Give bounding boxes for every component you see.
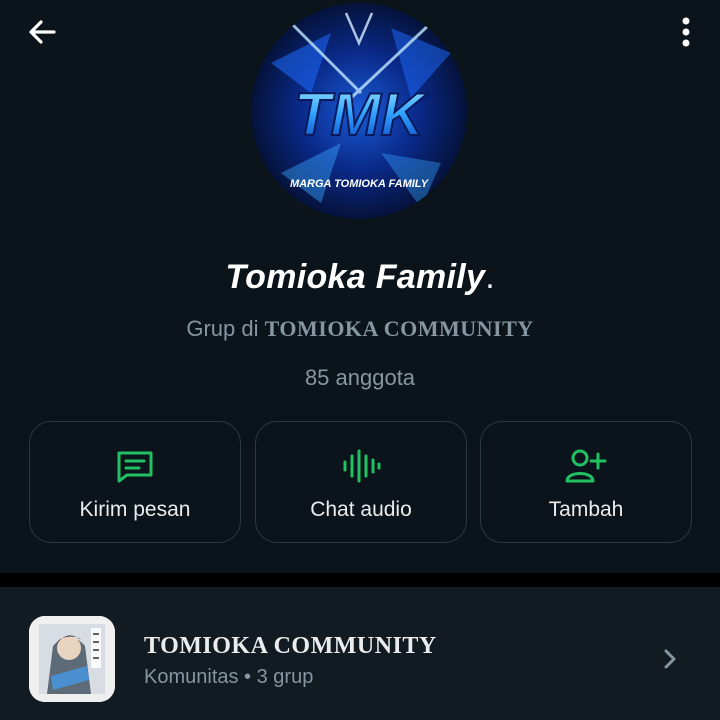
back-button[interactable] xyxy=(22,14,62,50)
community-meta: Komunitas • 3 grup xyxy=(144,666,314,688)
action-buttons: Kirim pesan Chat audio Tambah xyxy=(29,421,692,543)
group-subtitle: Grup di TOMIOKA COMMUNITY xyxy=(0,316,720,342)
chevron-right-icon xyxy=(664,649,676,669)
member-count[interactable]: 85 anggota xyxy=(0,365,720,391)
add-member-label: Tambah xyxy=(548,498,624,521)
more-options-button[interactable] xyxy=(674,12,698,52)
subtitle-community-link[interactable]: TOMIOKA COMMUNITY xyxy=(265,316,534,341)
community-avatar xyxy=(29,616,115,702)
message-icon xyxy=(117,451,153,483)
send-message-label: Kirim pesan xyxy=(79,498,191,521)
add-person-icon xyxy=(565,449,607,483)
community-list-item[interactable]: TOMIOKA COMMUNITY Komunitas • 3 grup xyxy=(0,587,720,720)
audio-chat-label: Chat audio xyxy=(310,498,412,521)
more-vertical-icon xyxy=(682,17,690,47)
arrow-left-icon xyxy=(29,20,56,44)
group-avatar[interactable]: TMK MARGA TOMIOKA FAMILY xyxy=(251,3,467,219)
section-divider xyxy=(0,573,720,587)
community-name: TOMIOKA COMMUNITY xyxy=(144,633,437,659)
avatar-logo-text: TMK xyxy=(294,81,428,148)
group-name: Tomioka Family xyxy=(225,258,486,296)
group-title: Tomioka Family. xyxy=(0,258,720,297)
avatar-logo-caption: MARGA TOMIOKA FAMILY xyxy=(290,178,430,190)
community-chevron xyxy=(660,645,680,673)
group-name-suffix: . xyxy=(485,258,495,296)
send-message-button[interactable]: Kirim pesan xyxy=(29,421,241,543)
audio-wave-icon xyxy=(343,449,381,483)
audio-chat-button[interactable]: Chat audio xyxy=(255,421,467,543)
add-member-button[interactable]: Tambah xyxy=(480,421,692,543)
subtitle-prefix: Grup di xyxy=(186,316,265,341)
